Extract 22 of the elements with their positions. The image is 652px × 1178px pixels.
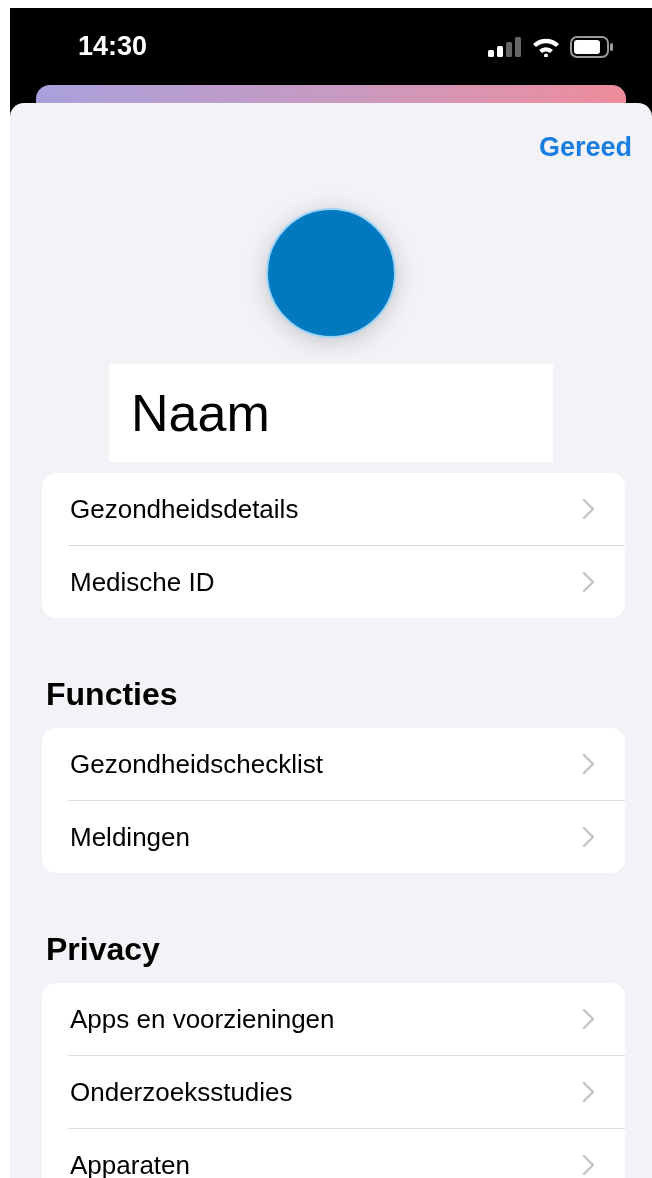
settings-row[interactable]: Gezondheidsdetails [42,473,625,545]
chevron-icon [582,571,595,593]
battery-icon [570,35,614,58]
wifi-icon [532,36,560,57]
chevron-icon [582,753,595,775]
name-field: Naam [109,364,553,462]
signal-icon [488,36,522,57]
section-header: Privacy [46,931,161,967]
chevron-icon [582,1154,595,1176]
settings-row[interactable]: Onderzoeksstudies [42,1056,625,1128]
status-time: 14:30 [78,30,148,64]
done-button[interactable]: Gereed [538,131,632,163]
chevron-icon [582,826,595,848]
settings-row[interactable]: Apparaten [42,1129,625,1178]
settings-row[interactable]: Medische ID [42,546,625,618]
chevron-icon [582,1081,595,1103]
section-header: Functies [46,676,179,712]
settings-row[interactable]: Apps en voorzieningen [42,983,625,1055]
chevron-icon [582,498,595,520]
settings-row[interactable]: Meldingen [42,801,625,873]
chevron-icon [582,1008,595,1030]
settings-row[interactable]: Gezondheidschecklist [42,728,625,800]
